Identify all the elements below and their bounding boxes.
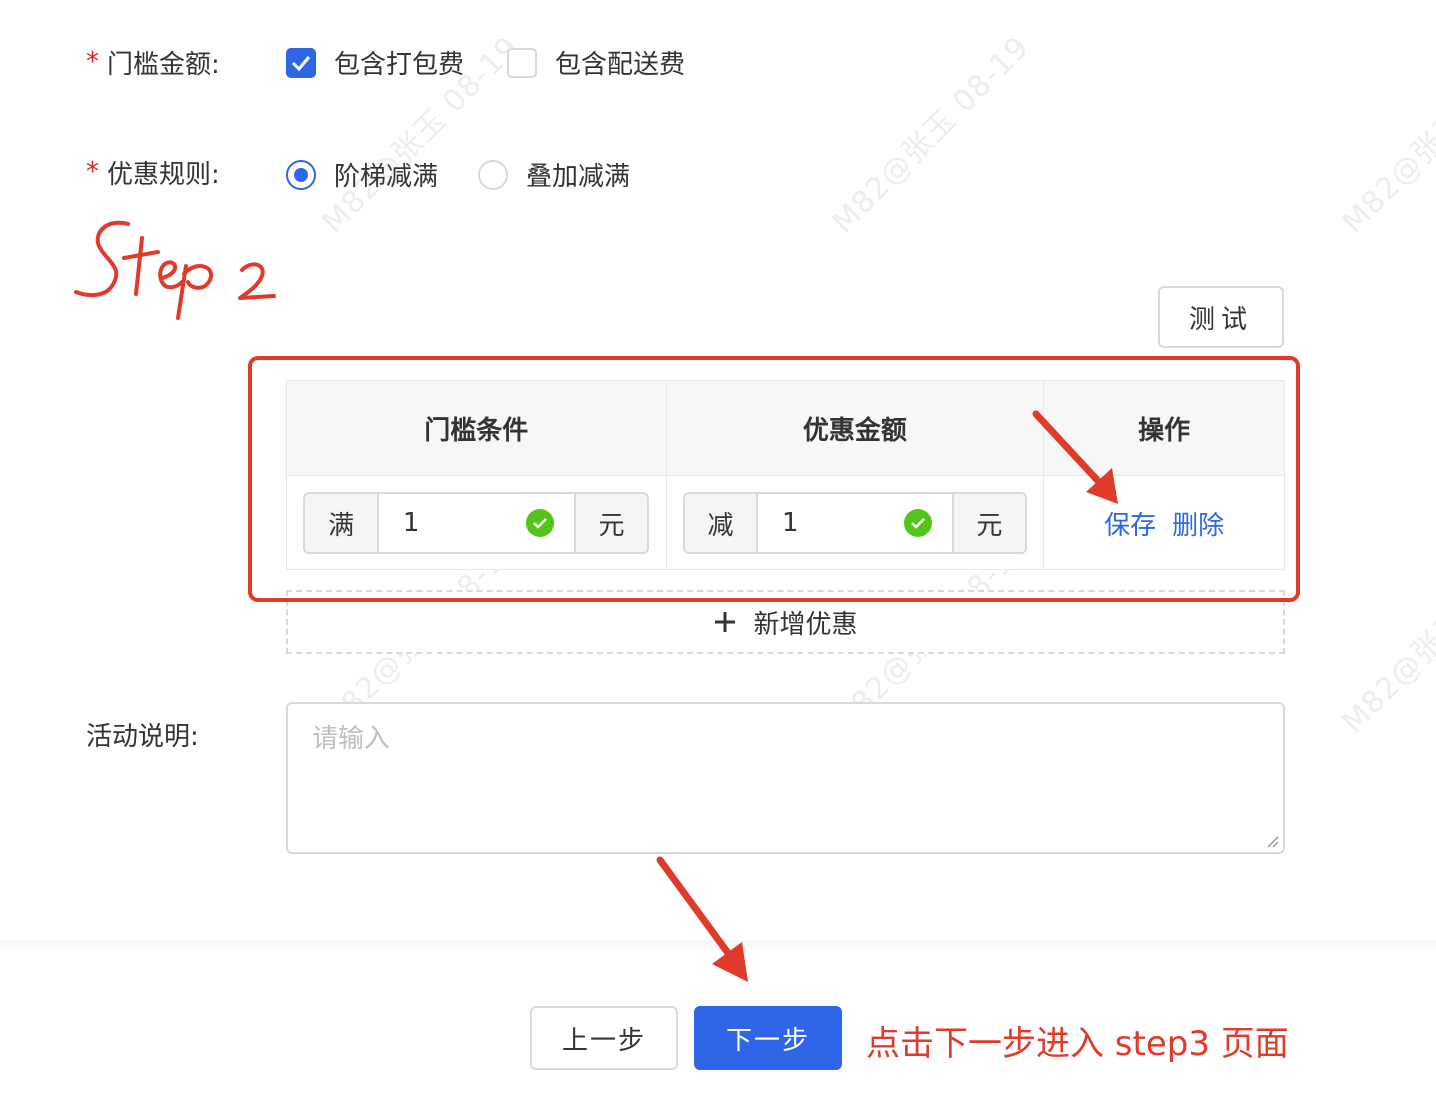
resize-handle-icon[interactable] xyxy=(1265,834,1279,848)
description-textarea[interactable]: 请输入 xyxy=(286,702,1285,854)
plus-icon xyxy=(715,612,736,632)
checkbox-include-packing[interactable]: 包含打包费 xyxy=(286,44,464,81)
add-discount-label: 新增优惠 xyxy=(753,609,858,640)
rule-label-wrap: * 优惠规则: xyxy=(86,152,220,192)
checkbox-unchecked[interactable] xyxy=(507,47,537,78)
highlight-box xyxy=(248,356,1300,602)
check-icon xyxy=(291,55,311,71)
next-step-annotation: 点击下一步进入 step3 页面 xyxy=(866,1024,1289,1064)
radio-selected[interactable] xyxy=(286,159,316,190)
step2-handwritten-annotation xyxy=(74,220,276,320)
radio-label: 阶梯减满 xyxy=(334,162,439,192)
checkbox-label: 包含配送费 xyxy=(555,50,686,80)
arrow-annotation-icon xyxy=(656,856,748,982)
radio-unselected[interactable] xyxy=(478,159,508,190)
test-button[interactable]: 测试 xyxy=(1158,286,1284,348)
checkbox-checked[interactable] xyxy=(286,47,316,78)
required-mark: * xyxy=(86,157,99,187)
description-label: 活动说明: xyxy=(86,721,199,752)
required-mark: * xyxy=(86,47,99,77)
arrow-annotation-icon xyxy=(1032,410,1118,504)
prev-step-button[interactable]: 上一步 xyxy=(530,1006,678,1070)
radio-label: 叠加减满 xyxy=(526,162,631,192)
watermark: M82@张玉 08-19 xyxy=(1335,30,1436,241)
radio-stack[interactable]: 叠加减满 xyxy=(478,156,630,193)
radio-ladder[interactable]: 阶梯减满 xyxy=(286,156,438,193)
checkbox-label: 包含打包费 xyxy=(334,50,465,80)
threshold-label: 门槛金额: xyxy=(107,49,220,80)
next-step-button[interactable]: 下一步 xyxy=(694,1006,842,1070)
checkbox-include-delivery[interactable]: 包含配送费 xyxy=(507,44,685,81)
watermark: M82@张玉 08-19 xyxy=(825,29,1037,241)
description-placeholder: 请输入 xyxy=(312,724,391,754)
rule-label: 优惠规则: xyxy=(107,159,220,190)
watermark: M82@张玉 08-19 xyxy=(1335,530,1436,741)
threshold-label-wrap: * 门槛金额: xyxy=(86,42,220,82)
